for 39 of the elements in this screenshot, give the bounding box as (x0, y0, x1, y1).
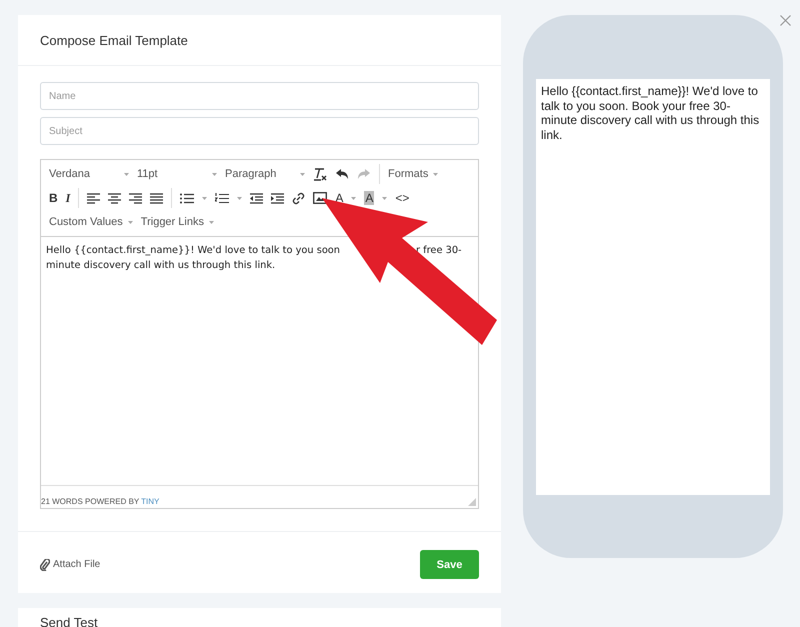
link-icon[interactable] (292, 192, 306, 204)
trigger-links-dropdown[interactable]: Trigger Links (140, 216, 214, 228)
paperclip-icon (40, 558, 50, 570)
custom-values-dropdown[interactable]: Custom Values (49, 216, 133, 228)
bold-button[interactable]: B (49, 191, 58, 205)
background-color-button[interactable]: A (364, 191, 374, 205)
caret-icon (212, 172, 217, 176)
align-icon[interactable] (129, 192, 142, 204)
undo-icon[interactable] (335, 168, 349, 180)
card-title: Send Test (40, 615, 98, 627)
size-dropdown[interactable]: 11pt (137, 168, 217, 180)
caret-icon (128, 220, 133, 224)
preview-text: Hello {{contact.first_name}}! We'd love to talk to you soon. Book your free 30-minute discovery call with us through this link. (541, 84, 760, 142)
text-color-button[interactable]: A (335, 191, 344, 205)
caret-icon (300, 172, 305, 176)
caret-icon (208, 220, 214, 224)
clear-format-icon[interactable] (313, 167, 327, 181)
block-dropdown[interactable]: Paragraph (225, 168, 305, 180)
card-title: Compose Email Template (40, 33, 188, 48)
image-icon[interactable] (313, 192, 328, 204)
resize-handle-icon[interactable] (468, 498, 476, 506)
bullet-list-icon[interactable] (180, 192, 194, 204)
close-icon[interactable] (780, 15, 791, 26)
formats-dropdown[interactable]: Formats (388, 168, 438, 180)
outdent-icon[interactable] (250, 192, 264, 204)
align-icon[interactable] (150, 192, 164, 204)
align-icon[interactable] (108, 192, 122, 204)
subject-field[interactable]: Subject (40, 117, 479, 145)
numbered-list-icon[interactable] (215, 192, 230, 204)
align-icon[interactable] (87, 192, 100, 204)
caret-icon (433, 172, 438, 176)
word-count: 21 WORDS POWERED BY TINY (41, 497, 160, 506)
name-field[interactable]: Name (40, 82, 479, 110)
font-dropdown[interactable]: Verdana (49, 168, 129, 180)
caret-icon (124, 172, 129, 176)
indent-icon[interactable] (271, 192, 284, 204)
attach-file-link[interactable]: Attach File (40, 558, 100, 570)
italic-button[interactable]: I (66, 190, 70, 206)
source-code-button[interactable]: <> (395, 191, 410, 205)
